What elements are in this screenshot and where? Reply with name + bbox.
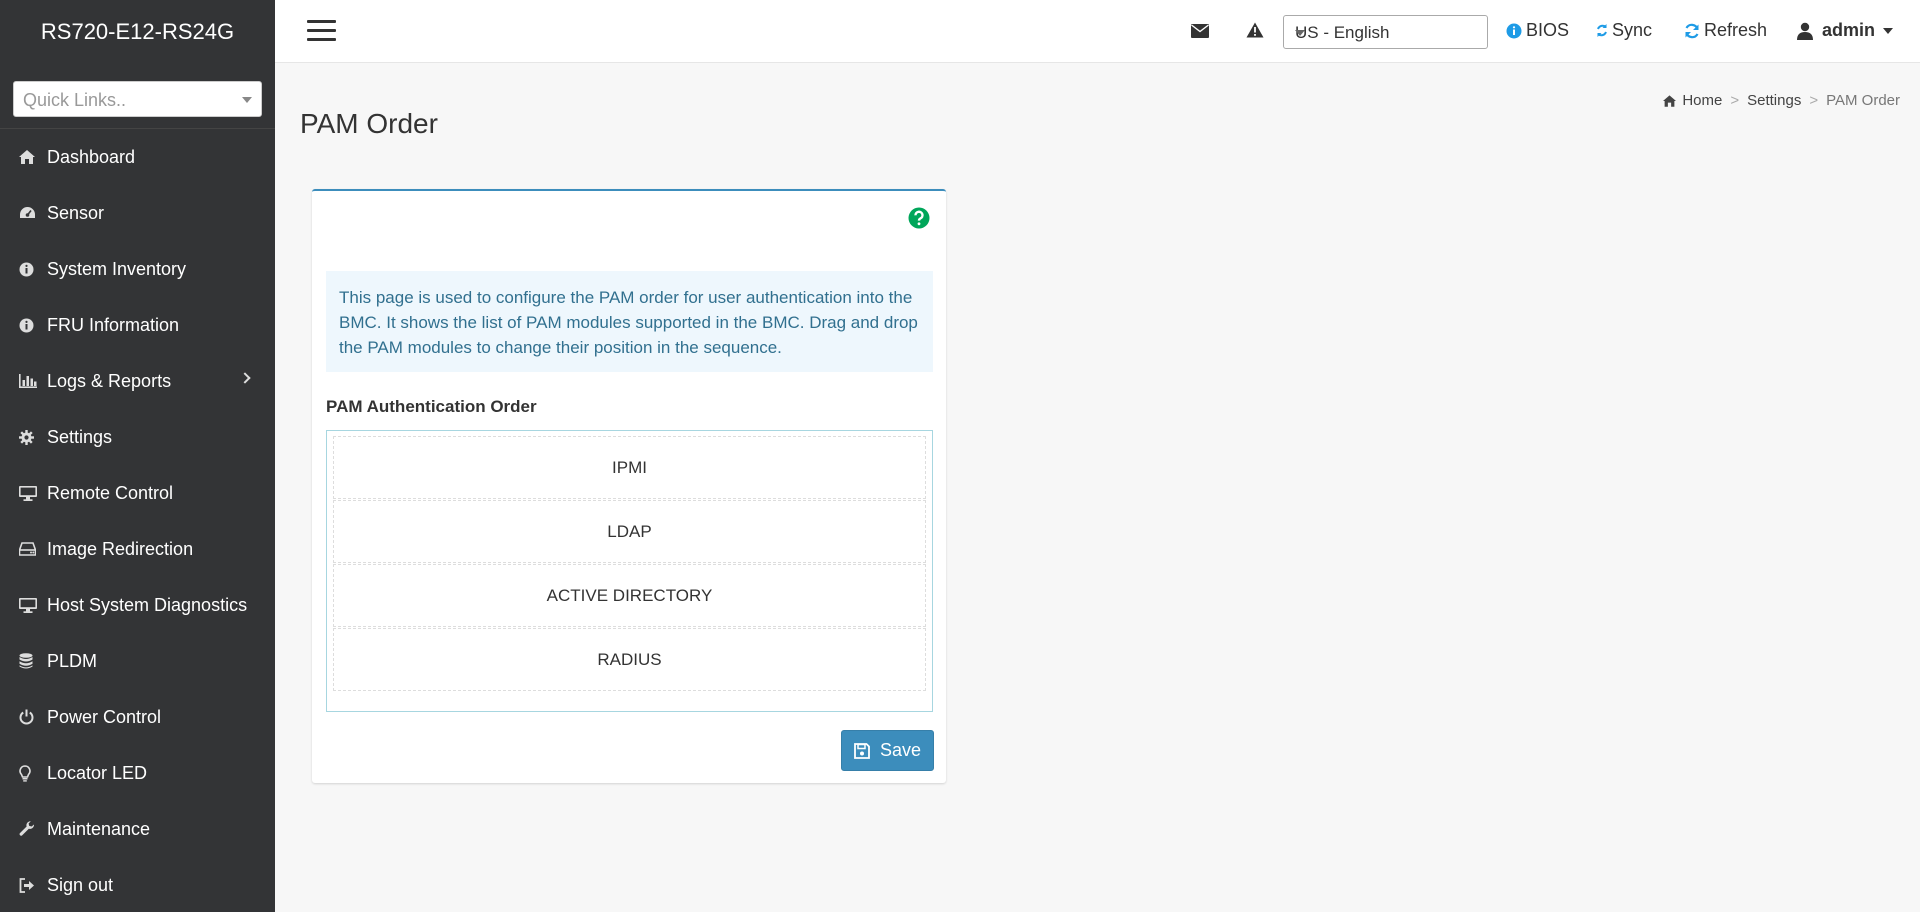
sidebar-item-label: Image Redirection [47, 538, 194, 559]
description-callout: This page is used to configure the PAM o… [326, 271, 933, 372]
pam-order-list: IPMI LDAP ACTIVE DIRECTORY RADIUS [326, 430, 933, 712]
sidebar-item-settings[interactable]: Settings [0, 409, 275, 465]
pam-order-panel: This page is used to configure the PAM o… [312, 189, 946, 783]
sidebar-item-label: Settings [47, 426, 113, 447]
gear-icon [19, 429, 47, 445]
sidebar-item-locator-led[interactable]: Locator LED [0, 745, 275, 801]
help-icon[interactable] [908, 207, 930, 234]
sidebar-item-maintenance[interactable]: Maintenance [0, 801, 275, 857]
brand-title: RS720-E12-RS24G [40, 19, 235, 44]
language-select[interactable]: US - English [1283, 15, 1488, 49]
sidebar-item-label: FRU Information [47, 314, 180, 335]
desktop-icon [19, 597, 47, 613]
chevron-down-icon [242, 97, 252, 103]
chevron-down-icon [1883, 27, 1894, 34]
lightbulb-icon [19, 764, 47, 782]
bios-label: BIOS [1526, 20, 1570, 40]
user-icon [1797, 22, 1813, 40]
refresh-icon [1685, 23, 1699, 38]
sidebar-item-system-inventory[interactable]: System Inventory [0, 241, 275, 297]
pam-module-ipmi[interactable]: IPMI [333, 436, 926, 499]
section-title: PAM Authentication Order [326, 397, 537, 416]
sidebar-item-dashboard[interactable]: Dashboard [0, 129, 275, 185]
user-name: admin [1822, 20, 1876, 40]
home-icon [19, 150, 47, 164]
sidebar-item-label: Power Control [47, 706, 162, 727]
refresh-label: Refresh [1704, 20, 1768, 40]
desktop-icon [19, 485, 47, 501]
sidebar-item-label: Maintenance [47, 818, 151, 839]
quick-links-placeholder: Quick Links.. [23, 90, 127, 110]
breadcrumb-home[interactable]: Home [1682, 92, 1722, 109]
breadcrumb-settings[interactable]: Settings [1747, 92, 1801, 109]
sync-link[interactable]: Sync [1596, 20, 1652, 41]
pam-module-active-directory[interactable]: ACTIVE DIRECTORY [333, 564, 926, 627]
info-icon [1506, 23, 1522, 38]
bar-chart-icon [19, 374, 47, 388]
quick-links-select[interactable]: Quick Links.. [13, 81, 262, 117]
save-icon [854, 742, 870, 759]
sidebar-item-label: Sensor [47, 202, 105, 223]
sidebar-nav: Dashboard Sensor System Inventory FRU In… [0, 129, 275, 912]
envelope-icon[interactable] [1191, 24, 1209, 43]
sidebar-item-label: Logs & Reports [47, 370, 172, 391]
sidebar-item-image-redirection[interactable]: Image Redirection [0, 521, 275, 577]
sign-out-icon [19, 877, 47, 893]
sidebar-item-sign-out[interactable]: Sign out [0, 857, 275, 912]
sync-label: Sync [1612, 20, 1653, 40]
power-icon [19, 709, 47, 725]
warning-icon[interactable] [1246, 22, 1264, 43]
breadcrumb-separator: > [1730, 92, 1740, 109]
sidebar-item-fru-information[interactable]: FRU Information [0, 297, 275, 353]
sidebar-item-remote-control[interactable]: Remote Control [0, 465, 275, 521]
sidebar-item-label: Dashboard [47, 146, 136, 167]
save-button[interactable]: Save [841, 730, 934, 771]
sync-icon [1597, 24, 1607, 37]
page-title: PAM Order [300, 108, 438, 139]
info-icon [19, 262, 47, 277]
sidebar-item-sensor[interactable]: Sensor [0, 185, 275, 241]
sidebar-item-host-system-diagnostics[interactable]: Host System Diagnostics [0, 577, 275, 633]
sidebar-item-pldm[interactable]: PLDM [0, 633, 275, 689]
breadcrumb: Home > Settings > PAM Order [1663, 92, 1900, 109]
sidebar-item-logs-reports[interactable]: Logs & Reports [0, 353, 275, 409]
menu-toggle-icon[interactable] [307, 20, 336, 41]
save-label: Save [879, 740, 922, 760]
info-icon [19, 318, 47, 333]
home-icon [1663, 94, 1677, 107]
user-menu[interactable]: admin [1796, 20, 1897, 41]
sidebar-item-label: PLDM [47, 650, 98, 671]
sidebar-item-power-control[interactable]: Power Control [0, 689, 275, 745]
wrench-icon [19, 821, 47, 837]
sidebar-item-label: Locator LED [47, 762, 148, 783]
sidebar-item-label: Remote Control [47, 482, 174, 503]
sidebar-item-label: System Inventory [47, 258, 187, 279]
sidebar-item-label: Host System Diagnostics [47, 594, 248, 615]
top-header: US - English BIOS Sync Refresh admin [275, 0, 1920, 63]
bios-link[interactable]: BIOS [1506, 20, 1569, 41]
breadcrumb-separator: > [1809, 92, 1819, 109]
sidebar-item-label: Sign out [47, 874, 114, 895]
hdd-icon [19, 542, 47, 556]
sidebar: RS720-E12-RS24G Quick Links.. Dashboard … [0, 0, 275, 912]
breadcrumb-current: PAM Order [1826, 92, 1900, 109]
chevron-down-icon [1295, 30, 1305, 36]
refresh-link[interactable]: Refresh [1684, 20, 1767, 41]
chevron-right-icon [239, 372, 251, 384]
pam-module-radius[interactable]: RADIUS [333, 628, 926, 691]
pam-module-ldap[interactable]: LDAP [333, 500, 926, 563]
language-select-value: US - English [1295, 23, 1390, 42]
database-icon [19, 653, 47, 669]
dashboard-icon [19, 206, 47, 220]
